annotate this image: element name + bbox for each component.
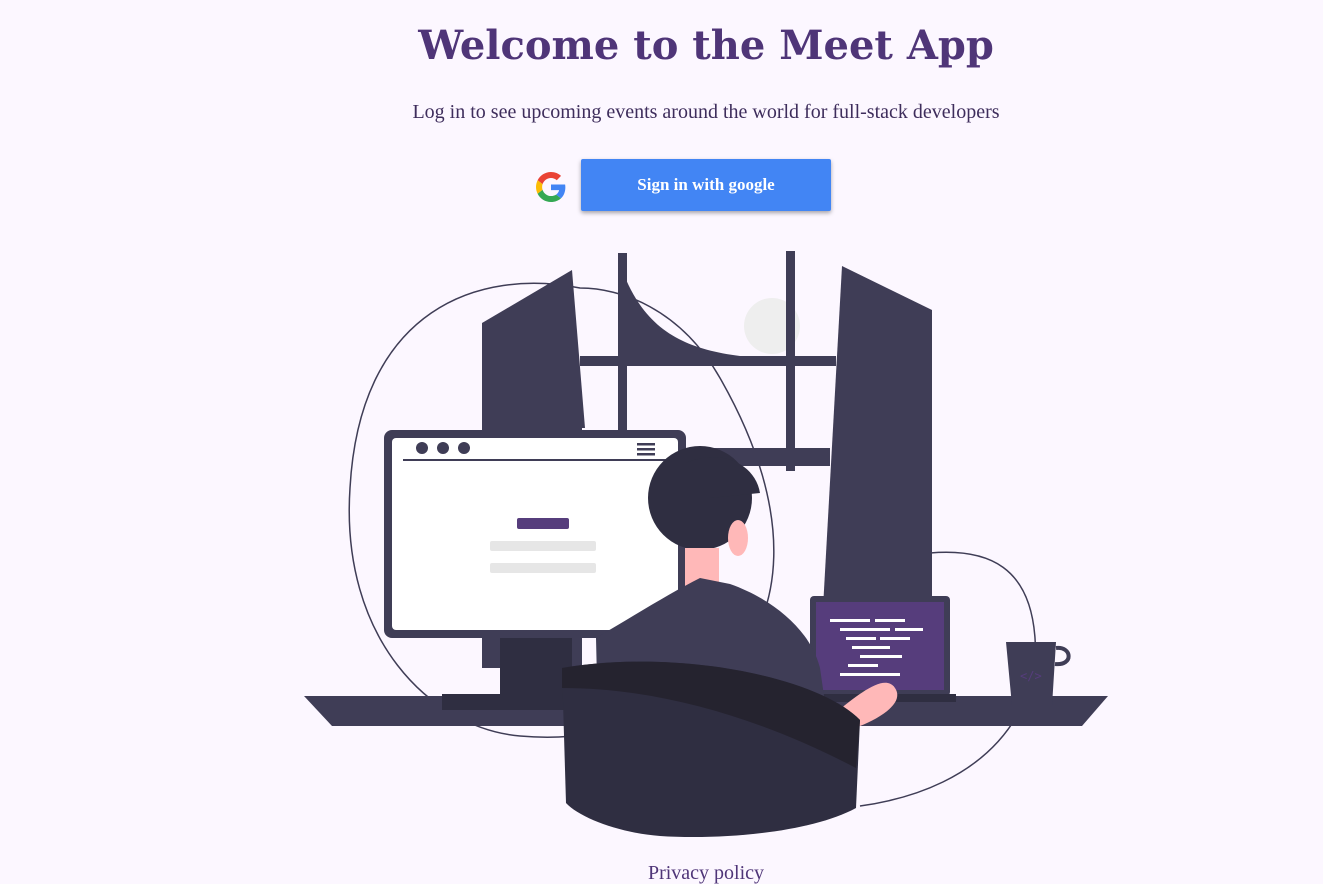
google-g-icon [536,172,566,202]
page-title: Welcome to the Meet App [418,22,994,69]
login-page: Welcome to the Meet App Log in to see up… [0,0,1323,884]
page-subtitle: Log in to see upcoming events around the… [412,101,1000,123]
monitor-stand [500,634,572,696]
privacy-policy-link[interactable]: Privacy policy [0,862,1323,884]
svg-text:</>: </> [1020,669,1042,683]
developer-at-desk-illustration: </> [304,251,1108,838]
sign-in-google-button[interactable]: Sign in with google [581,159,831,211]
screen-accent-bar [517,518,569,529]
left-building [482,270,585,428]
